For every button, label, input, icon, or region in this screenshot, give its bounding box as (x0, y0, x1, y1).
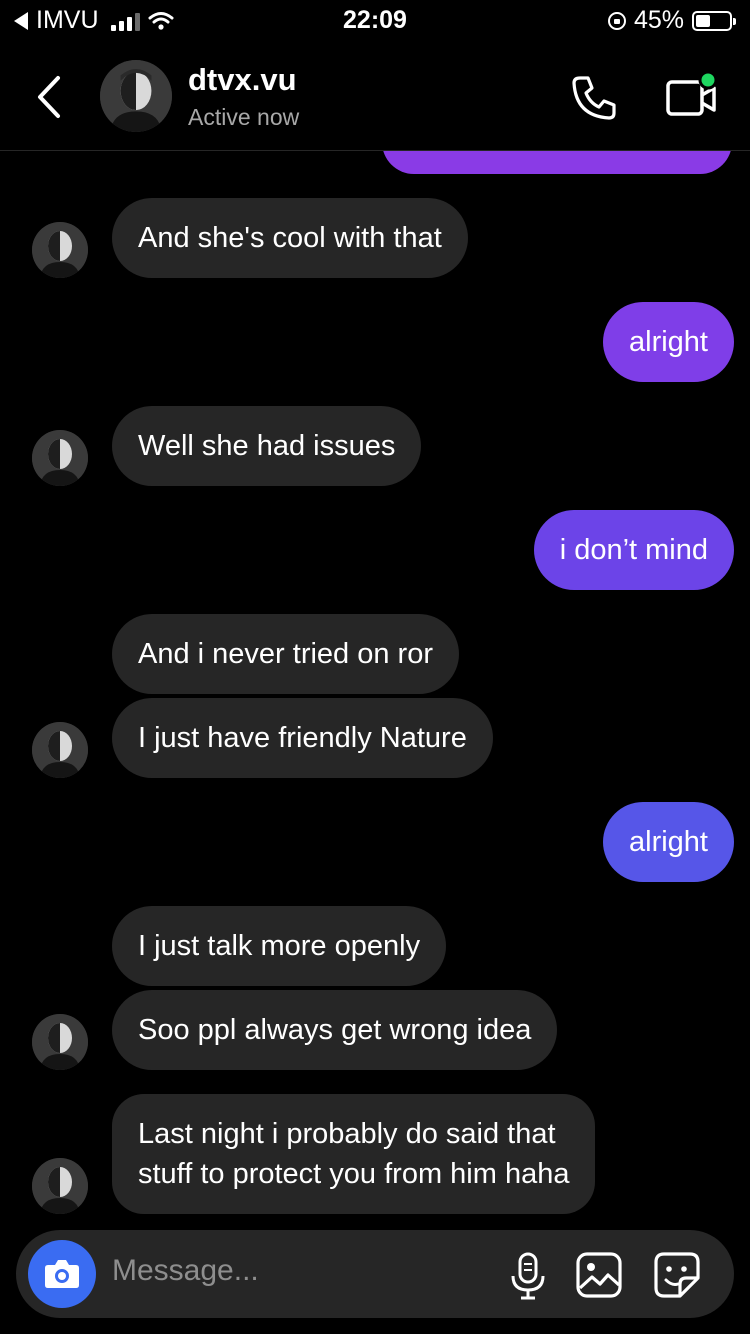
image-icon[interactable] (574, 1250, 624, 1300)
sender-avatar[interactable] (32, 1014, 88, 1070)
message-composer: Message... (16, 1230, 734, 1318)
previous-outgoing-bubble (382, 150, 732, 174)
chevron-left-icon[interactable] (30, 72, 70, 122)
message-in[interactable]: Soo ppl always get wrong idea (112, 990, 558, 1070)
contact-avatar[interactable] (100, 60, 172, 132)
message-in[interactable]: I just have friendly Nature (112, 698, 493, 778)
active-dot (698, 70, 718, 90)
contact-name[interactable]: dtvx.vu (188, 62, 297, 98)
message-in[interactable]: And i never tried on ror (112, 614, 459, 694)
chat-header: dtvx.vu Active now (0, 42, 750, 151)
message-out[interactable]: i don’t mind (533, 510, 734, 590)
message-in[interactable]: Last night i probably do said that stuff… (112, 1094, 596, 1214)
battery-icon (692, 10, 736, 31)
message-in[interactable]: I just talk more openly (112, 906, 447, 986)
video-camera-icon[interactable] (664, 70, 722, 122)
camera-icon (45, 1260, 79, 1288)
message-in[interactable]: Well she had issues (112, 406, 422, 486)
battery-percent: 45% (633, 6, 684, 34)
message-out[interactable]: alright (603, 802, 734, 882)
microphone-icon[interactable] (504, 1250, 552, 1302)
status-bar: IMVU 22:09 45% (0, 0, 750, 42)
message-input[interactable]: Message... (112, 1254, 259, 1288)
status-right: 45% (607, 6, 736, 35)
phone-icon[interactable] (568, 72, 620, 124)
avatar-image (100, 60, 172, 132)
sender-avatar[interactable] (32, 1158, 88, 1214)
active-status: Active now (188, 104, 300, 130)
orientation-lock-icon (607, 11, 626, 30)
message-in[interactable]: And she's cool with that (112, 198, 468, 278)
battery-fill (696, 14, 710, 27)
sender-avatar[interactable] (32, 722, 88, 778)
message-out[interactable]: alright (603, 302, 734, 382)
message-list[interactable]: And she's cool with that alright Well sh… (0, 150, 750, 1230)
sticker-icon[interactable] (652, 1250, 702, 1300)
sender-avatar[interactable] (32, 222, 88, 278)
sender-avatar[interactable] (32, 430, 88, 486)
camera-button[interactable] (28, 1240, 96, 1308)
